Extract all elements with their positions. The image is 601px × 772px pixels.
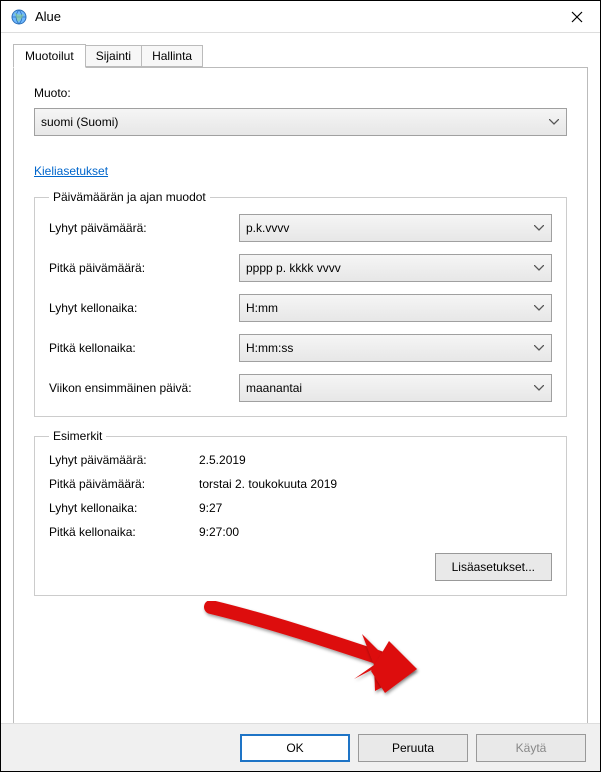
ex-short-time-value: 9:27 — [199, 501, 552, 515]
ex-long-time-label: Pitkä kellonaika: — [49, 525, 199, 539]
ex-short-date-label: Lyhyt päivämäärä: — [49, 453, 199, 467]
globe-icon — [11, 9, 27, 25]
tab-sijainti[interactable]: Sijainti — [85, 45, 142, 67]
language-settings-link[interactable]: Kieliasetukset — [34, 164, 108, 178]
first-day-label: Viikon ensimmäinen päivä: — [49, 381, 239, 395]
formats-legend: Päivämäärän ja ajan muodot — [49, 190, 210, 204]
tab-label: Sijainti — [96, 49, 131, 63]
ex-long-time-value: 9:27:00 — [199, 525, 552, 539]
close-icon — [571, 11, 583, 23]
date-time-formats-group: Päivämäärän ja ajan muodot Lyhyt päivämä… — [34, 190, 567, 417]
ex-short-date-value: 2.5.2019 — [199, 453, 552, 467]
tab-hallinta[interactable]: Hallinta — [141, 45, 203, 67]
apply-button[interactable]: Käytä — [476, 734, 586, 762]
long-date-select[interactable]: pppp p. kkkk vvvv — [239, 254, 552, 282]
tab-label: Hallinta — [152, 49, 192, 63]
tab-muotoilut[interactable]: Muotoilut — [13, 44, 86, 68]
dialog-footer: OK Peruuta Käytä — [1, 723, 600, 771]
long-time-select[interactable]: H:mm:ss — [239, 334, 552, 362]
first-day-select[interactable]: maanantai — [239, 374, 552, 402]
long-date-label: Pitkä päivämäärä: — [49, 261, 239, 275]
format-select[interactable]: suomi (Suomi) — [34, 108, 567, 136]
short-time-label: Lyhyt kellonaika: — [49, 301, 239, 315]
cancel-button[interactable]: Peruuta — [358, 734, 468, 762]
close-button[interactable] — [554, 1, 600, 33]
title-bar: Alue — [1, 1, 600, 33]
short-date-label: Lyhyt päivämäärä: — [49, 221, 239, 235]
long-time-label: Pitkä kellonaika: — [49, 341, 239, 355]
tab-body: Muoto: suomi (Suomi) Kieliasetukset Päiv… — [13, 67, 588, 731]
examples-legend: Esimerkit — [49, 429, 106, 443]
ex-short-time-label: Lyhyt kellonaika: — [49, 501, 199, 515]
short-date-select[interactable]: p.k.vvvv — [239, 214, 552, 242]
tab-label: Muotoilut — [25, 49, 74, 63]
ok-button[interactable]: OK — [240, 734, 350, 762]
ex-long-date-label: Pitkä päivämäärä: — [49, 477, 199, 491]
format-label: Muoto: — [34, 86, 567, 100]
ex-long-date-value: torstai 2. toukokuuta 2019 — [199, 477, 552, 491]
short-time-select[interactable]: H:mm — [239, 294, 552, 322]
examples-group: Esimerkit Lyhyt päivämäärä: 2.5.2019 Pit… — [34, 429, 567, 596]
tab-strip: Muotoilut Sijainti Hallinta — [1, 33, 600, 67]
additional-settings-button[interactable]: Lisäasetukset... — [435, 553, 552, 581]
window-title: Alue — [35, 9, 554, 24]
